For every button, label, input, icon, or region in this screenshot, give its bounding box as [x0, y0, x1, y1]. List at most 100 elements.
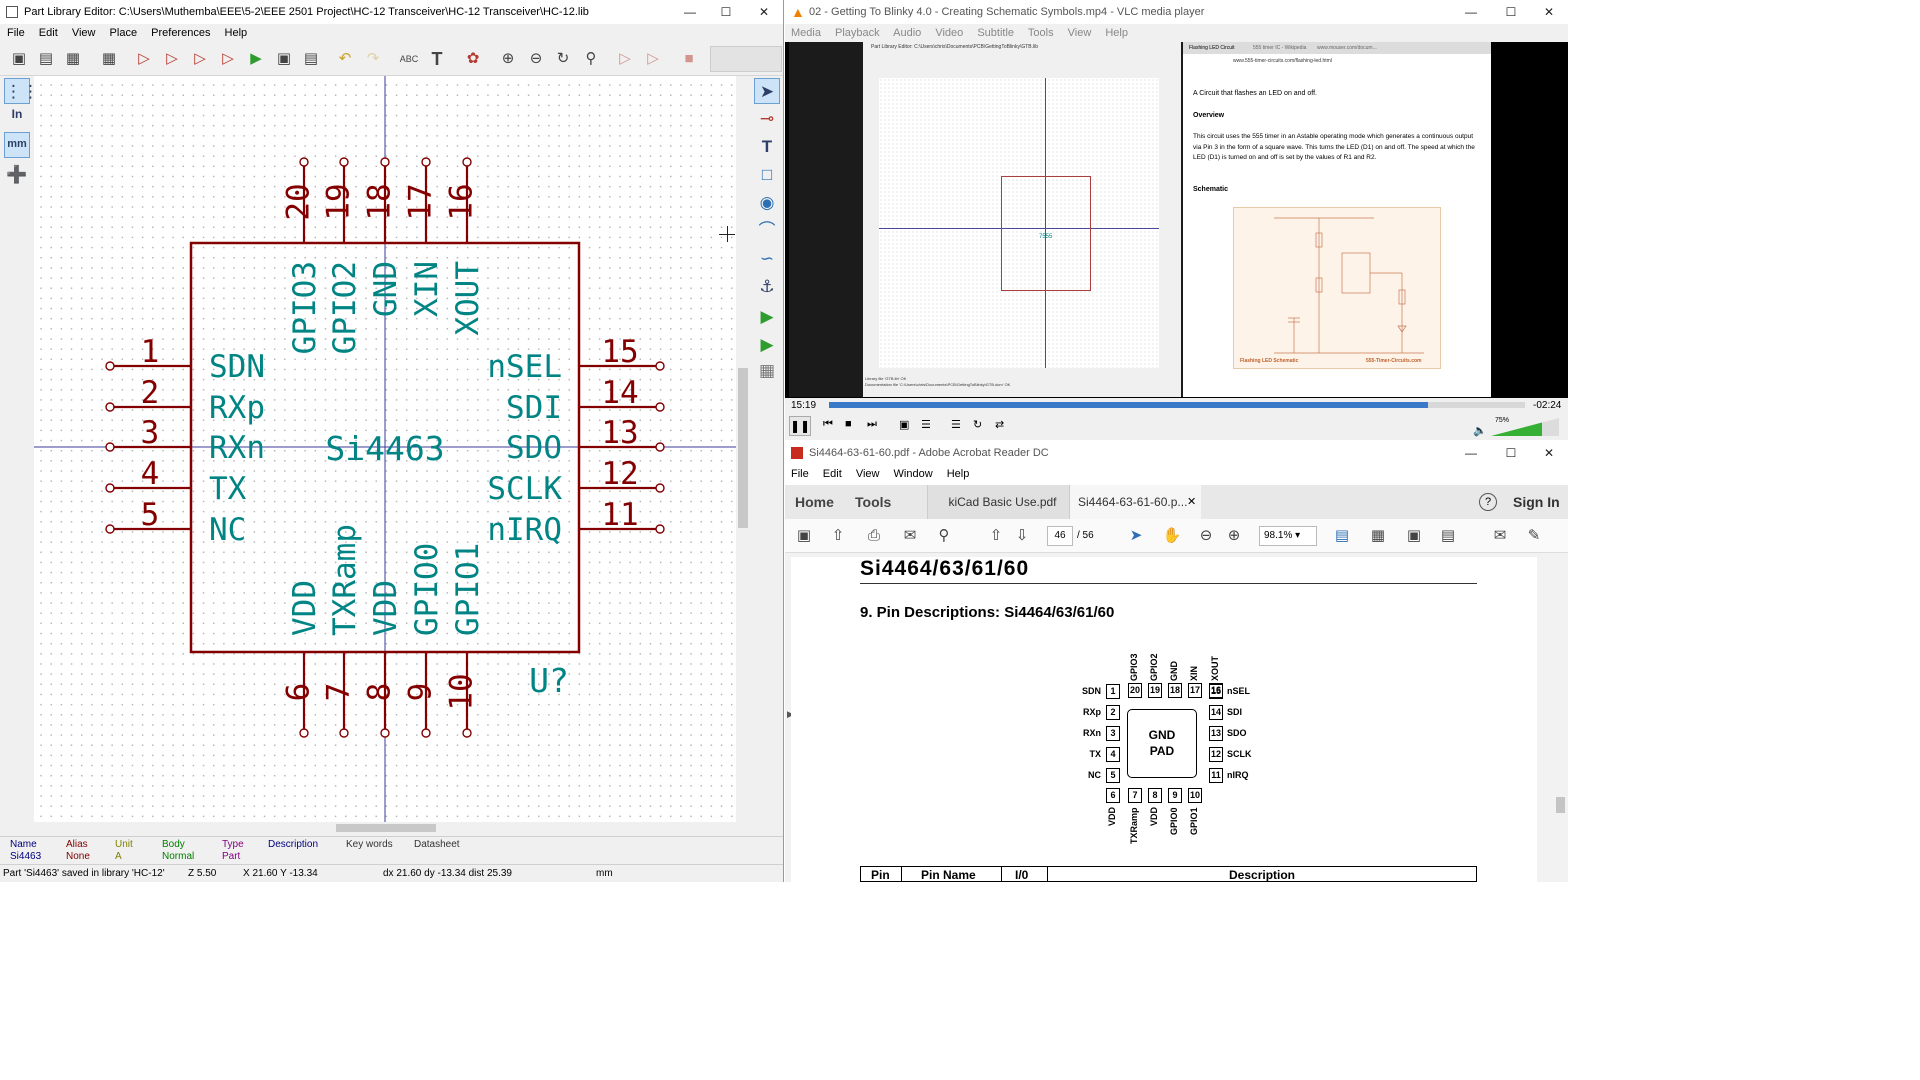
vlc-close-icon[interactable]: ✕: [1531, 0, 1567, 24]
save-part-icon[interactable]: ▣: [273, 48, 295, 70]
email-icon[interactable]: ✉: [899, 525, 921, 547]
text-icon[interactable]: T: [426, 48, 448, 70]
vlc-maximize-icon[interactable]: ☐: [1493, 0, 1529, 24]
add-rectangle-icon[interactable]: □: [754, 162, 780, 188]
vlc-stop-button[interactable]: ■: [845, 418, 852, 430]
full-screen-icon[interactable]: ▣: [1403, 525, 1425, 547]
properties-icon[interactable]: ABC: [398, 48, 420, 70]
zoom-in-icon[interactable]: ⊕: [497, 48, 519, 70]
tab-si4464[interactable]: Si4464-63-61-60.p...: [1069, 485, 1201, 519]
next-page-icon[interactable]: ⇩: [1011, 525, 1033, 547]
erc-bug-icon[interactable]: ✿: [462, 48, 484, 70]
redraw-icon[interactable]: ↻: [552, 48, 574, 70]
tab-tools[interactable]: Tools: [847, 485, 899, 519]
vlc-extended-settings-button[interactable]: ☰: [921, 418, 931, 431]
vlc-menu-tools[interactable]: Tools: [1028, 27, 1054, 39]
delete-trash-icon[interactable]: ▦: [754, 358, 780, 384]
delete-part-icon[interactable]: ▦: [62, 48, 84, 70]
vlc-menu-video[interactable]: Video: [935, 27, 963, 39]
component-reference[interactable]: U?: [529, 661, 569, 700]
vertical-scrollbar[interactable]: [736, 76, 750, 822]
de-morgan-icon[interactable]: ▷: [642, 48, 664, 70]
video-frame[interactable]: Part Library Editor: C:\Users\chris\Docu…: [789, 42, 1491, 397]
tab-home[interactable]: Home: [787, 485, 842, 519]
convert-icon[interactable]: ▷: [614, 48, 636, 70]
menu-edit[interactable]: Edit: [39, 27, 58, 39]
comment-icon[interactable]: ✉: [1489, 525, 1511, 547]
save-icon[interactable]: ▣: [793, 525, 815, 547]
zoom-fit-icon[interactable]: ⚲: [580, 48, 602, 70]
menu-place[interactable]: Place: [110, 27, 138, 39]
anchor-icon[interactable]: ⚓: [754, 274, 780, 300]
pdf-icon[interactable]: ■: [678, 48, 700, 70]
schematic-canvas[interactable]: 1 SDN 2 RXp 3 RXn 4 TX 5 NC 15 nSEL 14 SDI 13 SDO 12 SCLK…: [34, 76, 736, 822]
acrobat-menu-edit[interactable]: Edit: [823, 468, 842, 480]
prev-page-icon[interactable]: ⇧: [985, 525, 1007, 547]
vlc-shuffle-button[interactable]: ⇄: [995, 418, 1004, 431]
library-browser-icon[interactable]: ▦: [98, 48, 120, 70]
units-mm-button[interactable]: mm: [4, 132, 30, 158]
horizontal-scroll-thumb[interactable]: [336, 824, 436, 832]
acrobat-menu-file[interactable]: File: [791, 468, 809, 480]
acrobat-maximize-icon[interactable]: ☐: [1493, 441, 1529, 465]
horizontal-scrollbar[interactable]: [34, 822, 736, 834]
add-text-icon[interactable]: T: [754, 134, 780, 160]
save-library-icon[interactable]: ▣: [8, 48, 30, 70]
menu-file[interactable]: File: [7, 27, 25, 39]
import-part-icon[interactable]: ▷: [189, 48, 211, 70]
vlc-volume-icon[interactable]: 🔈: [1473, 424, 1487, 437]
vertical-scroll-thumb[interactable]: [738, 368, 748, 528]
grid-toggle-icon[interactable]: ⋮⋮: [4, 78, 39, 104]
add-polyline-icon[interactable]: ∽: [754, 246, 780, 272]
pdf-scrollbar[interactable]: [1553, 553, 1568, 882]
find-icon[interactable]: ⚲: [933, 525, 955, 547]
rotate-icon[interactable]: ▦: [1367, 525, 1389, 547]
upload-icon[interactable]: ⇧: [827, 525, 849, 547]
tab-close-icon[interactable]: ✕: [1187, 495, 1196, 508]
vlc-menu-playback[interactable]: Playback: [835, 27, 880, 39]
acrobat-menu-help[interactable]: Help: [947, 468, 970, 480]
zoom-out-icon[interactable]: ⊖: [525, 48, 547, 70]
zoom-out-circle-icon[interactable]: ⊖: [1195, 525, 1217, 547]
acrobat-minimize-icon[interactable]: —: [1453, 441, 1489, 465]
vlc-menu-audio[interactable]: Audio: [893, 27, 921, 39]
component-value[interactable]: Si4463: [325, 429, 444, 468]
fit-page-icon[interactable]: ▤: [1331, 525, 1353, 547]
page-number-input[interactable]: 46: [1047, 526, 1073, 546]
select-tool-icon[interactable]: ➤: [1125, 525, 1147, 547]
undo-icon[interactable]: ↶: [334, 48, 356, 70]
vlc-fullscreen-button[interactable]: ▣: [899, 418, 909, 431]
new-part-icon[interactable]: ▷: [133, 48, 155, 70]
units-inches-button[interactable]: In: [4, 106, 30, 132]
select-arrow-icon[interactable]: ➤: [754, 78, 780, 104]
vlc-volume-slider[interactable]: 75%: [1491, 417, 1559, 436]
load-part-icon[interactable]: ▷: [161, 48, 183, 70]
create-lib-icon[interactable]: ▶: [245, 48, 267, 70]
book-icon[interactable]: ▤: [300, 48, 322, 70]
close-icon[interactable]: ✕: [746, 0, 782, 24]
menu-view[interactable]: View: [72, 27, 96, 39]
export-part-icon[interactable]: ▷: [217, 48, 239, 70]
vlc-menu-help[interactable]: Help: [1105, 27, 1128, 39]
vlc-minimize-icon[interactable]: —: [1453, 0, 1489, 24]
export-graphic-icon[interactable]: ▶: [754, 332, 780, 358]
vlc-next-button[interactable]: ⏭: [867, 418, 877, 431]
redo-icon[interactable]: ↷: [362, 48, 384, 70]
menu-preferences[interactable]: Preferences: [151, 27, 210, 39]
vlc-playlist-button[interactable]: ☰: [951, 418, 961, 431]
acrobat-menu-window[interactable]: Window: [894, 468, 933, 480]
hand-tool-icon[interactable]: ✋: [1161, 525, 1183, 547]
vlc-seek-bar[interactable]: [829, 402, 1525, 408]
minimize-icon[interactable]: —: [672, 0, 708, 24]
help-icon[interactable]: ?: [1479, 493, 1497, 511]
pdf-scroll-thumb[interactable]: [1556, 797, 1565, 813]
vlc-menu-media[interactable]: Media: [791, 27, 821, 39]
vlc-menu-subtitle[interactable]: Subtitle: [977, 27, 1014, 39]
cursor-shape-icon[interactable]: ➕: [4, 162, 30, 188]
sign-pen-icon[interactable]: ✎: [1523, 525, 1545, 547]
part-alias-select[interactable]: [710, 46, 782, 72]
vlc-loop-button[interactable]: ↻: [973, 418, 982, 431]
scroll-mode-icon[interactable]: ▤: [1437, 525, 1459, 547]
acrobat-close-icon[interactable]: ✕: [1531, 441, 1567, 465]
zoom-in-circle-icon[interactable]: ⊕: [1223, 525, 1245, 547]
